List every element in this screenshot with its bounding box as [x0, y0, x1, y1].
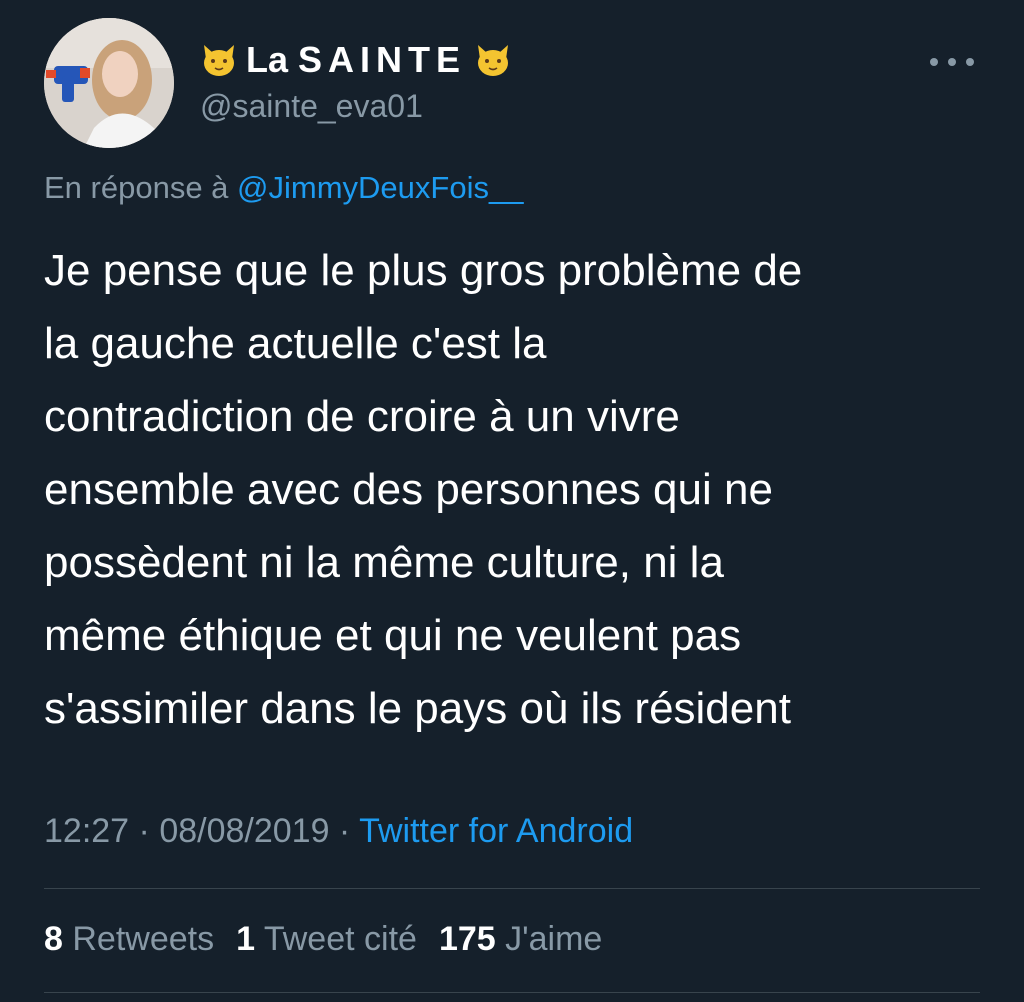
- retweets-stat[interactable]: 8 Retweets: [44, 920, 214, 959]
- tweet-header: La SAINTE @sainte_eva01: [44, 18, 984, 148]
- more-dot-icon: [948, 58, 956, 66]
- likes-count: 175: [438, 920, 496, 958]
- tweet-detail: La SAINTE @sainte_eva01 En réponse à @Ji…: [0, 0, 1024, 1002]
- reply-mention-link[interactable]: @JimmyDeuxFois__: [237, 170, 523, 205]
- tweet-stats: 8 Retweets 1 Tweet cité 175 J'aime: [44, 920, 602, 959]
- meta-separator: ·: [129, 812, 160, 850]
- retweets-label: Retweets: [62, 920, 215, 958]
- tweet-text-line: même éthique et qui ne veulent pas: [44, 611, 742, 660]
- display-name-prefix: La: [246, 39, 289, 80]
- tweet-text-line: ensemble avec des personnes qui ne: [44, 465, 773, 514]
- tweet-text-line: la gauche actuelle c'est la: [44, 319, 547, 368]
- display-name-caps: SAINTE: [298, 39, 467, 80]
- retweets-count: 8: [44, 920, 63, 958]
- reply-prefix: En réponse à: [44, 170, 238, 205]
- divider: [44, 888, 980, 889]
- cat-face-icon: [200, 41, 238, 79]
- quotes-count: 1: [236, 920, 256, 958]
- reply-context: En réponse à @JimmyDeuxFois__: [44, 170, 523, 206]
- tweet-date[interactable]: 08/08/2019: [159, 812, 329, 850]
- tweet-source-link[interactable]: Twitter for Android: [359, 812, 633, 850]
- meta-separator: ·: [329, 812, 360, 850]
- tweet-text-line: possèdent ni la même culture, ni la: [44, 538, 724, 587]
- tweet-text: Je pense que le plus gros problème de la…: [44, 234, 994, 745]
- tweet-text-line: s'assimiler dans le pays où ils résident: [44, 684, 791, 733]
- display-name: La SAINTE: [246, 39, 466, 81]
- tweet-text-line: Je pense que le plus gros problème de: [44, 246, 803, 295]
- tweet-meta: 12:27 · 08/08/2019 · Twitter for Android: [44, 812, 633, 851]
- more-dot-icon: [930, 58, 938, 66]
- cat-face-icon: [474, 41, 512, 79]
- user-handle[interactable]: @sainte_eva01: [200, 88, 423, 125]
- more-dot-icon: [966, 58, 974, 66]
- quote-tweets-stat[interactable]: 1 Tweet cité: [236, 920, 417, 959]
- tweet-time[interactable]: 12:27: [44, 812, 129, 850]
- tweet-text-line: contradiction de croire à un vivre: [44, 392, 680, 441]
- display-name-row[interactable]: La SAINTE: [200, 38, 512, 82]
- likes-label: J'aime: [495, 920, 603, 958]
- quotes-label: Tweet cité: [255, 920, 417, 958]
- avatar[interactable]: [44, 18, 174, 148]
- likes-stat[interactable]: 175 J'aime: [439, 920, 602, 959]
- more-options-button[interactable]: [930, 50, 974, 74]
- divider: [44, 992, 980, 993]
- avatar-image: [44, 18, 174, 148]
